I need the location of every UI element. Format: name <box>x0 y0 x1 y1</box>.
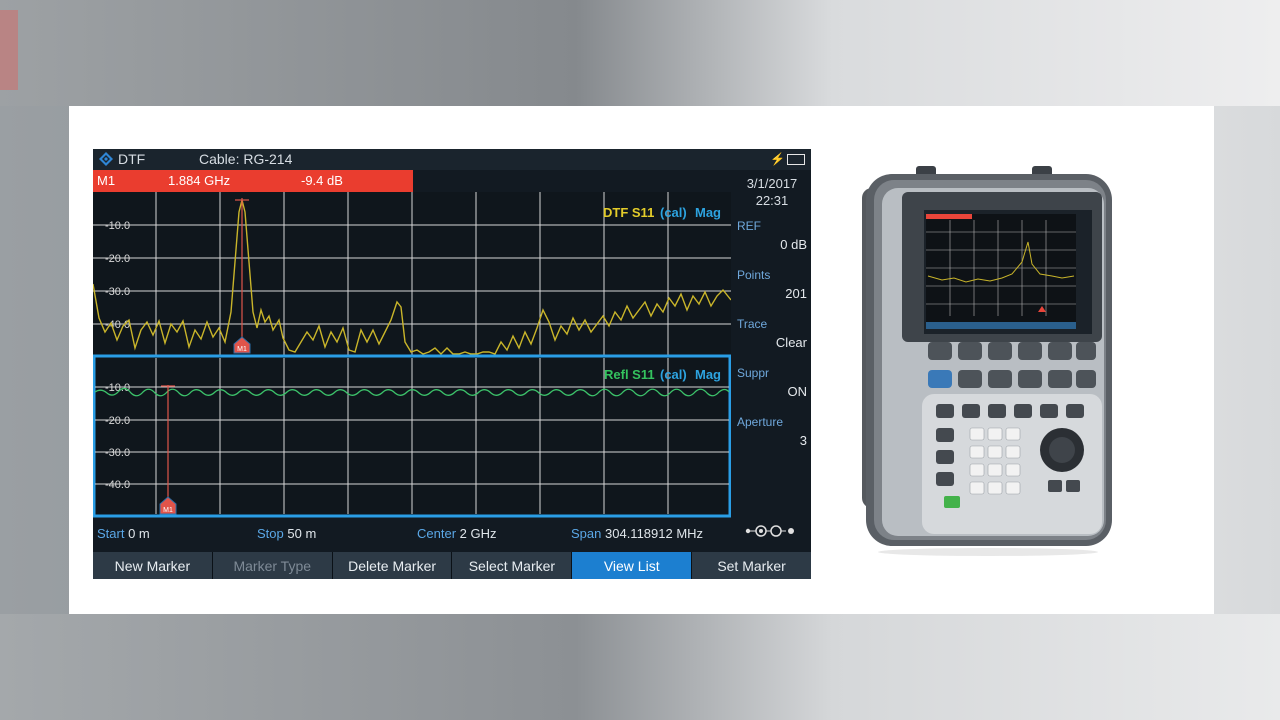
setting-value: 0 dB <box>780 237 807 252</box>
y-tick: -30.0 <box>105 447 130 459</box>
setting-label: Aperture <box>737 415 784 429</box>
setting-ref[interactable]: REF 0 dB <box>733 219 811 268</box>
y-tick: -30.0 <box>105 286 130 298</box>
setting-label: REF <box>737 219 761 233</box>
y-tick: -20.0 <box>105 253 130 265</box>
dtf-plot[interactable]: -10.0 -20.0 -30.0 -40.0 DTF S11 (cal) Ma… <box>93 192 732 355</box>
battery-status: ⚡ <box>770 152 805 166</box>
analyzer-screen: DTF Cable: RG-214 ⚡ M1 1.884 GHz -9.4 dB… <box>93 149 811 579</box>
refl-mag-label: Mag <box>695 367 721 382</box>
background-bottom <box>0 614 1280 720</box>
setting-trace[interactable]: Trace Clear <box>733 317 811 366</box>
y-tick: -20.0 <box>105 415 130 427</box>
marker-tag: M1 <box>163 507 173 514</box>
cable-type: Cable: RG-214 <box>199 151 293 167</box>
nav-dots-icon <box>745 525 794 537</box>
dtf-mag-label: Mag <box>695 205 721 220</box>
mode-indicator[interactable]: DTF <box>98 151 145 167</box>
rs-logo-icon <box>98 151 114 167</box>
settings-panel: REF 0 dB Points 201 Trace Clear Suppr ON… <box>733 219 811 464</box>
span-label: Span <box>571 526 602 541</box>
charging-icon: ⚡ <box>770 152 785 166</box>
new-marker-button[interactable]: New Marker <box>93 552 212 579</box>
background-top <box>0 0 1280 106</box>
refl-plot[interactable]: -10.0 -20.0 -30.0 -40.0 Refl S11 (cal) M… <box>93 354 732 518</box>
marker-tag: M1 <box>237 346 247 353</box>
setting-label: Points <box>737 268 771 282</box>
measurement-graphs: -10.0 -20.0 -30.0 -40.0 DTF S11 (cal) Ma… <box>93 192 732 518</box>
stop-label: Stop <box>257 526 284 541</box>
setting-value: 3 <box>799 433 807 448</box>
y-tick: -10.0 <box>105 220 130 232</box>
date-time: 3/1/2017 22:31 <box>733 175 811 209</box>
navigation-icons[interactable] <box>745 524 801 541</box>
stop-value: 50 m <box>287 526 317 541</box>
span-value: 304.118912 MHz <box>605 526 704 541</box>
start-value: 0 m <box>128 526 150 541</box>
marker-frequency: 1.884 GHz <box>168 173 231 188</box>
setting-value: ON <box>787 384 808 399</box>
start-setting[interactable]: Start 0 m <box>97 526 150 541</box>
marker-readout-bar[interactable]: M1 1.884 GHz -9.4 dB <box>93 170 413 192</box>
frequency-bar: Start 0 m Stop 50 m Center 2 GHz Span 30… <box>93 521 811 545</box>
marker-level: -9.4 dB <box>301 173 343 188</box>
time: 22:31 <box>755 193 789 208</box>
setting-label: Suppr <box>737 366 770 380</box>
handheld-analyzer-image <box>862 166 1114 556</box>
status-bar: DTF Cable: RG-214 ⚡ <box>93 149 811 170</box>
mode-label: DTF <box>118 151 146 167</box>
dtf-cal-label: (cal) <box>660 205 687 220</box>
delete-marker-button[interactable]: Delete Marker <box>332 552 452 579</box>
select-marker-button[interactable]: Select Marker <box>452 552 572 579</box>
background-red-blur <box>0 10 18 90</box>
refl-trace-title: Refl S11 <box>604 367 655 382</box>
setting-suppr[interactable]: Suppr ON <box>733 366 811 415</box>
setting-label: Trace <box>737 317 768 331</box>
battery-icon <box>787 153 805 165</box>
setting-aperture[interactable]: Aperture 3 <box>733 415 811 464</box>
setting-value: 201 <box>785 286 807 301</box>
softkey-bar: New Marker Marker Type Delete Marker Sel… <box>93 552 811 579</box>
y-tick: -40.0 <box>105 479 130 491</box>
stop-setting[interactable]: Stop 50 m <box>257 526 316 541</box>
marker-name: M1 <box>97 173 116 188</box>
span-setting[interactable]: Span 304.118912 MHz <box>571 526 703 541</box>
setting-points[interactable]: Points 201 <box>733 268 811 317</box>
start-label: Start <box>97 526 125 541</box>
marker-type-button[interactable]: Marker Type <box>212 552 332 579</box>
center-label: Center <box>417 526 457 541</box>
refl-cal-label: (cal) <box>660 367 687 382</box>
date: 3/1/2017 <box>746 176 798 191</box>
center-setting[interactable]: Center 2 GHz <box>417 526 497 541</box>
dtf-trace-title: DTF S11 <box>603 205 654 220</box>
set-marker-button[interactable]: Set Marker <box>692 552 811 579</box>
center-value: 2 GHz <box>459 526 497 541</box>
view-list-button[interactable]: View List <box>572 552 692 579</box>
setting-value: Clear <box>775 335 807 350</box>
y-tick: -40.0 <box>105 319 130 331</box>
